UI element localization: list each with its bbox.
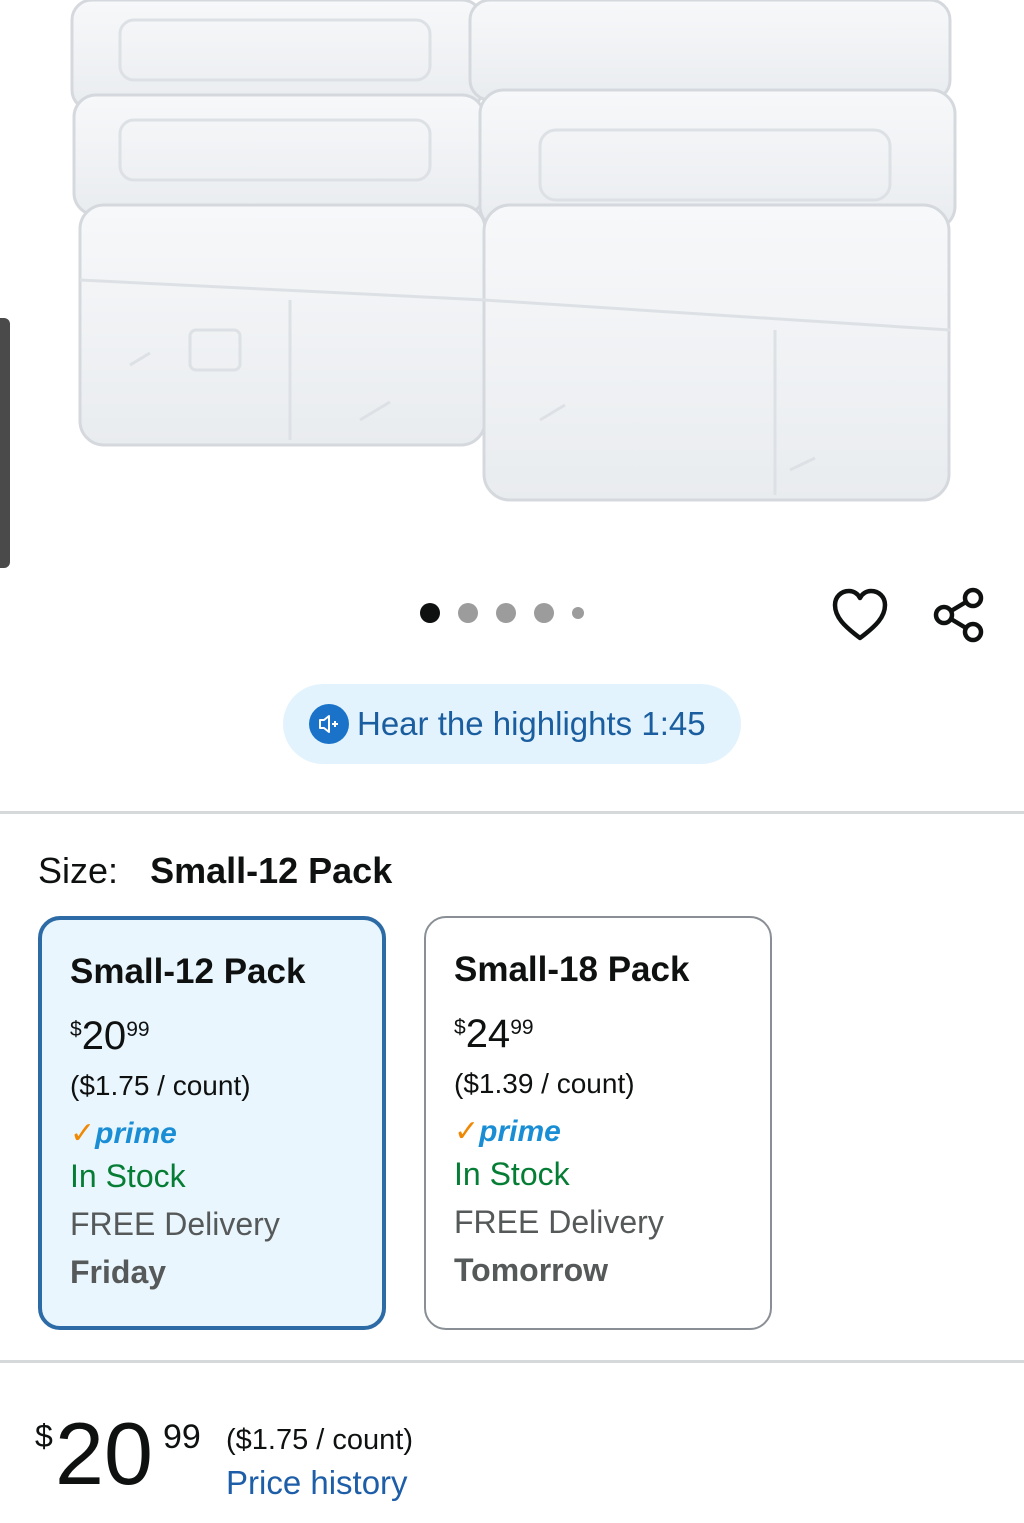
prime-check-icon: ✓ — [454, 1115, 480, 1148]
section-divider — [0, 811, 1024, 814]
option-price: $2099 — [70, 1014, 354, 1062]
size-key: Size: — [38, 850, 119, 891]
section-divider — [0, 1360, 1024, 1363]
stock-status: In Stock — [454, 1156, 570, 1192]
option-unit-price: ($1.39 / count) — [454, 1068, 635, 1099]
share-icon — [933, 587, 984, 643]
delivery-day: Friday — [70, 1254, 167, 1290]
delivery-day: Tomorrow — [454, 1252, 609, 1288]
size-option-small-12-pack[interactable]: Small-12 Pack $2099 ($1.75 / count) ✓ pri… — [38, 916, 386, 1330]
option-title: Small-18 Pack — [454, 950, 690, 989]
price-currency: $ — [454, 1016, 466, 1039]
hear-highlights-button[interactable]: Hear the highlights 1:45 — [283, 684, 741, 764]
price-currency: $ — [70, 1018, 82, 1041]
price-whole: 24 — [465, 1012, 511, 1056]
price-fraction: 99 — [510, 1016, 534, 1039]
size-option-small-18-pack[interactable]: Small-18 Pack $2499 ($1.39 / count) ✓ pri… — [424, 916, 772, 1330]
price-fraction: 99 — [126, 1018, 150, 1041]
option-title: Small-12 Pack — [70, 952, 306, 991]
carousel-dot[interactable] — [496, 603, 516, 623]
delivery-text: FREE Delivery — [454, 1204, 664, 1240]
heart-icon — [832, 588, 888, 641]
prime-badge: ✓ prime — [70, 1114, 354, 1154]
prime-label: prime — [95, 1117, 177, 1150]
carousel-dot[interactable] — [534, 603, 554, 623]
audio-icon — [309, 704, 349, 744]
product-image[interactable] — [0, 0, 1024, 580]
size-selector-label: Size: Small-12 Pack — [38, 850, 392, 892]
option-price: $2499 — [454, 1012, 742, 1060]
hear-highlights-label: Hear the highlights 1:45 — [357, 705, 706, 742]
main-unit-price: ($1.75 / count) — [226, 1424, 413, 1456]
prime-check-icon: ✓ — [70, 1117, 96, 1150]
prime-badge: ✓ prime — [454, 1112, 742, 1152]
carousel-dot[interactable] — [420, 603, 440, 623]
prime-label: prime — [479, 1115, 561, 1148]
wishlist-button[interactable] — [830, 586, 890, 644]
price-history-link[interactable]: Price history — [226, 1464, 408, 1502]
main-price-currency: $ — [35, 1418, 53, 1454]
main-price-fraction: 99 — [163, 1418, 201, 1456]
stock-status: In Stock — [70, 1158, 186, 1194]
carousel-dot[interactable] — [458, 603, 478, 623]
side-drawer-handle[interactable] — [0, 318, 10, 568]
image-carousel-indicator — [420, 603, 584, 623]
carousel-dot[interactable] — [572, 607, 584, 619]
share-button[interactable] — [930, 586, 988, 644]
delivery-text: FREE Delivery — [70, 1206, 280, 1242]
size-selected-value: Small-12 Pack — [150, 850, 393, 891]
storage-boxes-illustration — [70, 0, 957, 502]
price-whole: 20 — [81, 1014, 127, 1058]
main-price-whole: 20 — [55, 1404, 153, 1503]
option-unit-price: ($1.75 / count) — [70, 1070, 251, 1101]
